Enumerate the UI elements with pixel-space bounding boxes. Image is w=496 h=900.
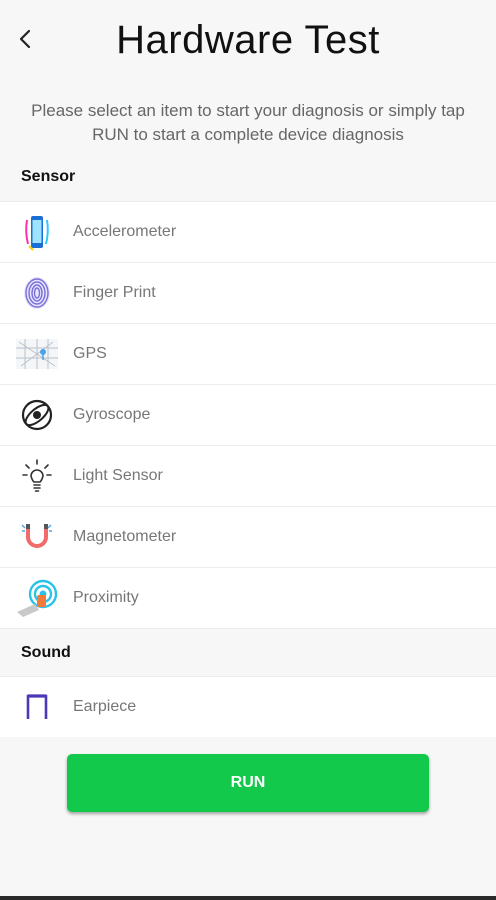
- header: Hardware Test: [0, 0, 496, 84]
- list-item-label: GPS: [73, 345, 107, 362]
- page-title: Hardware Test: [116, 18, 380, 62]
- sensor-list: Accelerometer Finger Print GPS Gyroscope…: [0, 201, 496, 628]
- list-item-gyroscope[interactable]: Gyroscope: [0, 384, 496, 445]
- proximity-hand-icon: [15, 576, 59, 620]
- gyroscope-icon: [15, 393, 59, 437]
- system-nav-bar: [0, 896, 496, 900]
- list-item-proximity[interactable]: Proximity: [0, 567, 496, 628]
- instructions-text: Please select an item to start your diag…: [31, 101, 465, 144]
- list-item-gps[interactable]: GPS: [0, 323, 496, 384]
- list-item-finger-print[interactable]: Finger Print: [0, 262, 496, 323]
- list-item-label: Proximity: [73, 589, 139, 606]
- map-icon: [15, 332, 59, 376]
- magnet-icon: [15, 515, 59, 559]
- list-item-label: Earpiece: [73, 698, 137, 715]
- list-item-label: Light Sensor: [73, 467, 163, 484]
- section-label-sound: Sound: [0, 628, 496, 676]
- fingerprint-icon: [15, 271, 59, 315]
- section-label-sensor: Sensor: [21, 168, 76, 185]
- light-bulb-icon: [15, 454, 59, 498]
- phone-rotate-icon: [15, 210, 59, 254]
- list-item-label: Finger Print: [73, 284, 156, 301]
- list-item-label: Gyroscope: [73, 406, 151, 423]
- sound-list: Earpiece: [0, 676, 496, 737]
- list-item-earpiece[interactable]: Earpiece: [0, 676, 496, 737]
- list-item-label: Accelerometer: [73, 223, 177, 240]
- run-button[interactable]: RUN: [67, 754, 429, 812]
- list-item-accelerometer[interactable]: Accelerometer: [0, 201, 496, 262]
- run-container: RUN: [0, 754, 496, 812]
- list-item-label: Magnetometer: [73, 528, 177, 545]
- list-item-light-sensor[interactable]: Light Sensor: [0, 445, 496, 506]
- earpiece-icon: [15, 685, 59, 729]
- list-item-magnetometer[interactable]: Magnetometer: [0, 506, 496, 567]
